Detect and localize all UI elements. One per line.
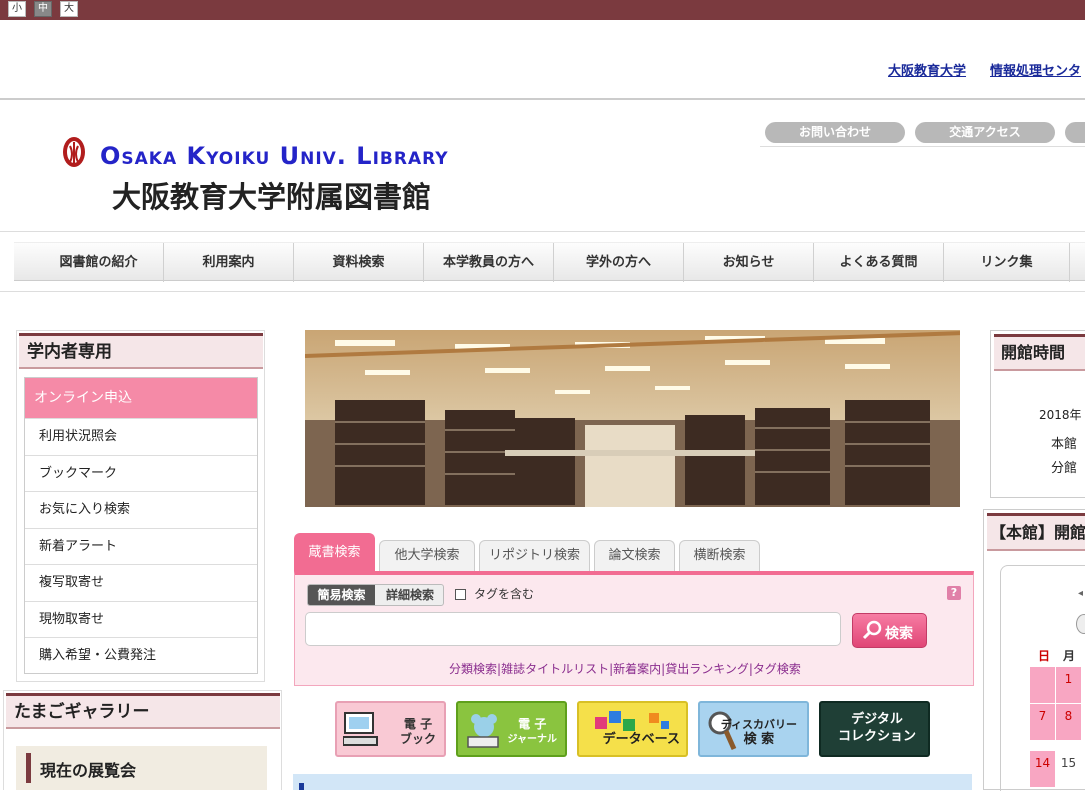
library-interior-photo [305,330,960,507]
opening-hours-box: 開館時間 2018年 本館 分館 [990,330,1085,498]
menu-online-request[interactable]: オンライン申込 [25,378,257,418]
calendar-day[interactable]: 14 [1030,751,1055,787]
calendar-title: 【本館】開館 [987,513,1085,551]
search-sublinks: 分類検索|雑誌タイトルリスト|新着案内|貸出ランキング|タグ検索 [449,662,801,676]
weekday-monday: 月 [1063,649,1076,663]
hours-main-library: 本館 [1051,437,1078,452]
calendar-nav-button[interactable] [1076,614,1085,634]
hours-branch-library: 分館 [1051,461,1078,476]
nav-news[interactable]: お知らせ [684,243,814,282]
ebook-banner-line2: ブック [399,732,436,746]
menu-status[interactable]: 利用状況照会 [25,418,257,454]
calendar-day[interactable] [1030,667,1055,703]
detailed-search-button[interactable]: 詳細検索 [376,585,443,605]
news-section-header [293,774,972,790]
access-button[interactable]: 交通アクセス [915,122,1055,143]
more-pill-button[interactable] [1065,122,1085,143]
font-size-medium-button[interactable]: 中 [34,1,52,17]
new-arrivals-link[interactable]: 新着案内 [613,662,661,676]
tab-cross-search[interactable]: 横断検索 [679,540,760,572]
menu-new-alert[interactable]: 新着アラート [25,528,257,564]
tab-other-univ-search[interactable]: 他大学検索 [379,540,475,572]
ejournal-banner-line2: ジャーナル [507,734,558,745]
font-size-large-button[interactable]: 大 [60,1,78,17]
menu-bookmark[interactable]: ブックマーク [25,455,257,491]
nav-faculty[interactable]: 本学教員の方へ [424,243,554,282]
members-menu: オンライン申込 利用状況照会 ブックマーク お気に入り検索 新着アラート 複写取… [24,377,258,674]
menu-loan-request[interactable]: 現物取寄せ [25,601,257,637]
tag-search-link[interactable]: タグ検索 [753,662,801,676]
simple-search-button[interactable]: 簡易検索 [308,585,375,605]
library-emblem-icon [63,137,85,167]
contact-button[interactable]: お問い合わせ [765,122,905,143]
loan-ranking-link[interactable]: 貸出ランキング [665,662,749,676]
ejournal-banner[interactable]: 電 子ジャーナル [456,701,567,757]
discovery-banner-line2: 検 索 [743,732,775,747]
menu-copy-request[interactable]: 複写取寄せ [25,564,257,600]
current-exhibition-label: 現在の展覧会 [40,761,137,780]
calendar-prev-arrow-icon[interactable]: ◂ [1078,588,1083,599]
calendar-day[interactable]: 1 [1056,667,1081,703]
top-links: 大阪教育大学 情報処理センタ [0,20,1085,100]
ebook-banner[interactable]: 電 子ブック [335,701,446,757]
database-banner-label: データベース [602,732,680,747]
database-banner[interactable]: データベース [577,701,688,757]
university-link[interactable]: 大阪教育大学 [888,60,966,79]
global-nav: 図書館の紹介 利用案内 資料検索 本学教員の方へ 学外の方へ お知らせ よくある… [0,232,1085,292]
members-box-title: 学内者専用 [19,333,263,369]
digital-collection-banner[interactable]: デジタルコレクション [819,701,930,757]
search-button[interactable]: 検索 [852,613,927,648]
tab-repository-search[interactable]: リポジトリ検索 [479,540,590,572]
tab-catalog-search[interactable]: 蔵書検索 [294,533,375,572]
site-header: Osaka Kyoiku Univ. Library 大阪教育大学附属図書館 お… [0,100,1085,232]
discovery-banner[interactable]: ディスカバリー検 索 [698,701,809,757]
nav-search[interactable]: 資料検索 [294,243,424,282]
divider [760,146,1085,147]
calendar-day[interactable]: 15 [1056,751,1081,787]
journal-title-list-link[interactable]: 雑誌タイトルリスト [501,662,609,676]
puzzle-icon [595,711,669,731]
opening-hours-title: 開館時間 [994,334,1085,371]
classification-search-link[interactable]: 分類検索 [449,662,497,676]
calendar-day[interactable]: 7 [1030,704,1055,740]
computer-icon [343,712,378,746]
help-icon[interactable]: ? [947,586,961,600]
ejournal-banner-line1: 電 子 [518,717,547,731]
logo-english[interactable]: Osaka Kyoiku Univ. Library [100,142,449,170]
include-tags-label: タグを含む [474,587,535,601]
ebook-banner-line1: 電 子 [403,717,433,731]
digital-collection-line1: デジタル [851,712,903,727]
include-tags-checkbox[interactable] [455,589,466,600]
menu-favorite-search[interactable]: お気に入り検索 [25,491,257,527]
top-bar: 小 中 大 [0,0,1085,20]
nav-guide[interactable]: 利用案内 [164,243,294,282]
tab-paper-search[interactable]: 論文検索 [594,540,675,572]
search-icon [862,620,882,640]
menu-purchase-request[interactable]: 購入希望・公費発注 [25,637,257,673]
gallery-title: たまごギャラリー [6,693,280,729]
nav-faq[interactable]: よくある質問 [814,243,944,282]
nav-links[interactable]: リンク集 [944,243,1070,282]
calendar-day[interactable]: 8 [1056,704,1081,740]
search-input[interactable] [305,612,841,646]
font-size-small-button[interactable]: 小 [8,1,26,17]
nav-about[interactable]: 図書館の紹介 [34,243,164,282]
discovery-banner-line1: ディスカバリー [720,718,797,731]
search-mode-toggle: 簡易検索 詳細検索 [307,584,444,606]
hours-year: 2018年 [1039,408,1082,422]
logo-japanese[interactable]: 大阪教育大学附属図書館 [112,174,431,216]
search-panel: 簡易検索 詳細検索 タグを含む ? 検索 分類検索|雑誌タイトルリスト|新着案内… [294,571,974,686]
computing-center-link[interactable]: 情報処理センタ [990,60,1081,79]
mouse-character-icon [467,714,499,748]
search-button-label: 検索 [885,626,913,642]
calendar-box: 【本館】開館 ◂ 日 月 1 7 8 14 15 [983,509,1085,791]
current-exhibition[interactable]: 現在の展覧会 [16,746,267,790]
nav-external[interactable]: 学外の方へ [554,243,684,282]
weekday-sunday: 日 [1038,649,1051,663]
digital-collection-line2: コレクション [837,729,916,744]
